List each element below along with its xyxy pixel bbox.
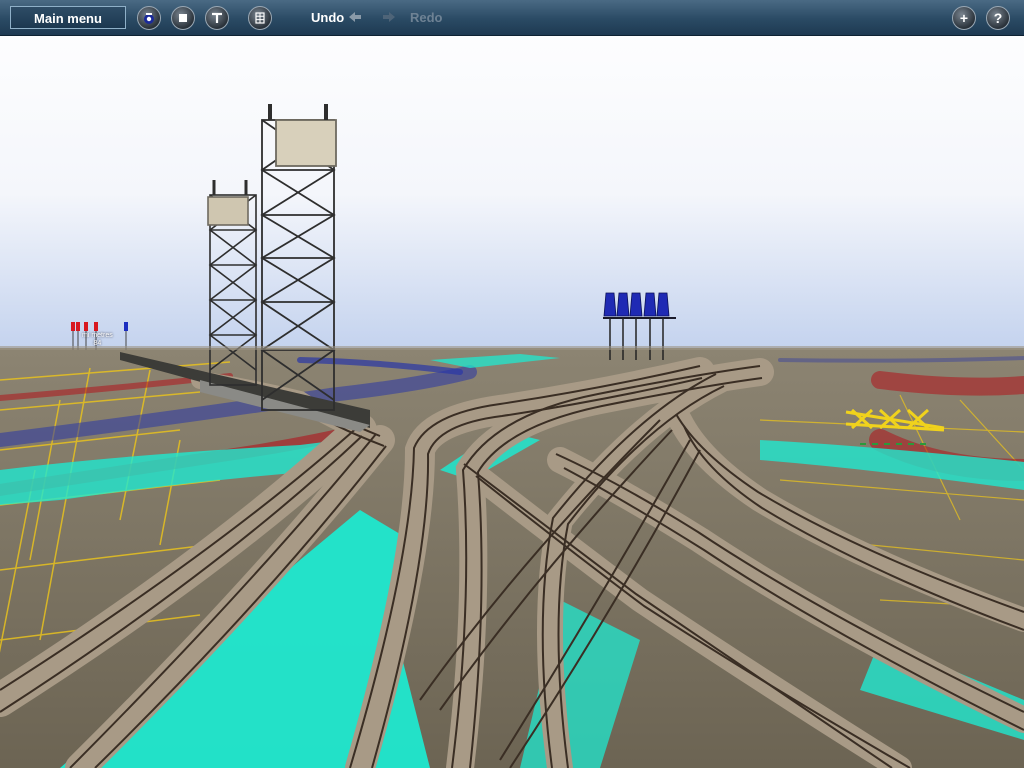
camera-button[interactable] [137,6,161,30]
scene-3d-view[interactable] [0,0,1024,768]
undo-button[interactable]: Undo [311,10,344,25]
main-menu-button[interactable]: Main menu [10,6,126,29]
info-icon [212,12,222,23]
info-button[interactable] [205,6,229,30]
stop-button[interactable] [171,6,195,30]
distance-sign-line1: mi metres [82,332,113,339]
stop-icon [179,14,187,22]
help-icon: ? [993,10,1003,26]
redo-button[interactable]: Redo [410,10,443,25]
undo-arrow-icon[interactable] [348,11,362,23]
sky [0,0,1024,352]
top-toolbar: Main menu Undo Redo + ? [0,0,1024,36]
grid-button[interactable] [248,6,272,30]
redo-arrow-icon[interactable] [382,11,396,23]
distance-sign-line2: 84 [93,340,102,347]
add-button[interactable]: + [952,6,976,30]
camera-icon [144,13,154,24]
game-viewport[interactable]: mi metres 84 [0,0,1024,768]
help-button[interactable]: ? [986,6,1010,30]
distance-sign-label: mi metres 84 [82,332,113,348]
grid-icon [255,12,265,24]
plus-icon: + [959,10,969,26]
horizon [0,346,1024,350]
